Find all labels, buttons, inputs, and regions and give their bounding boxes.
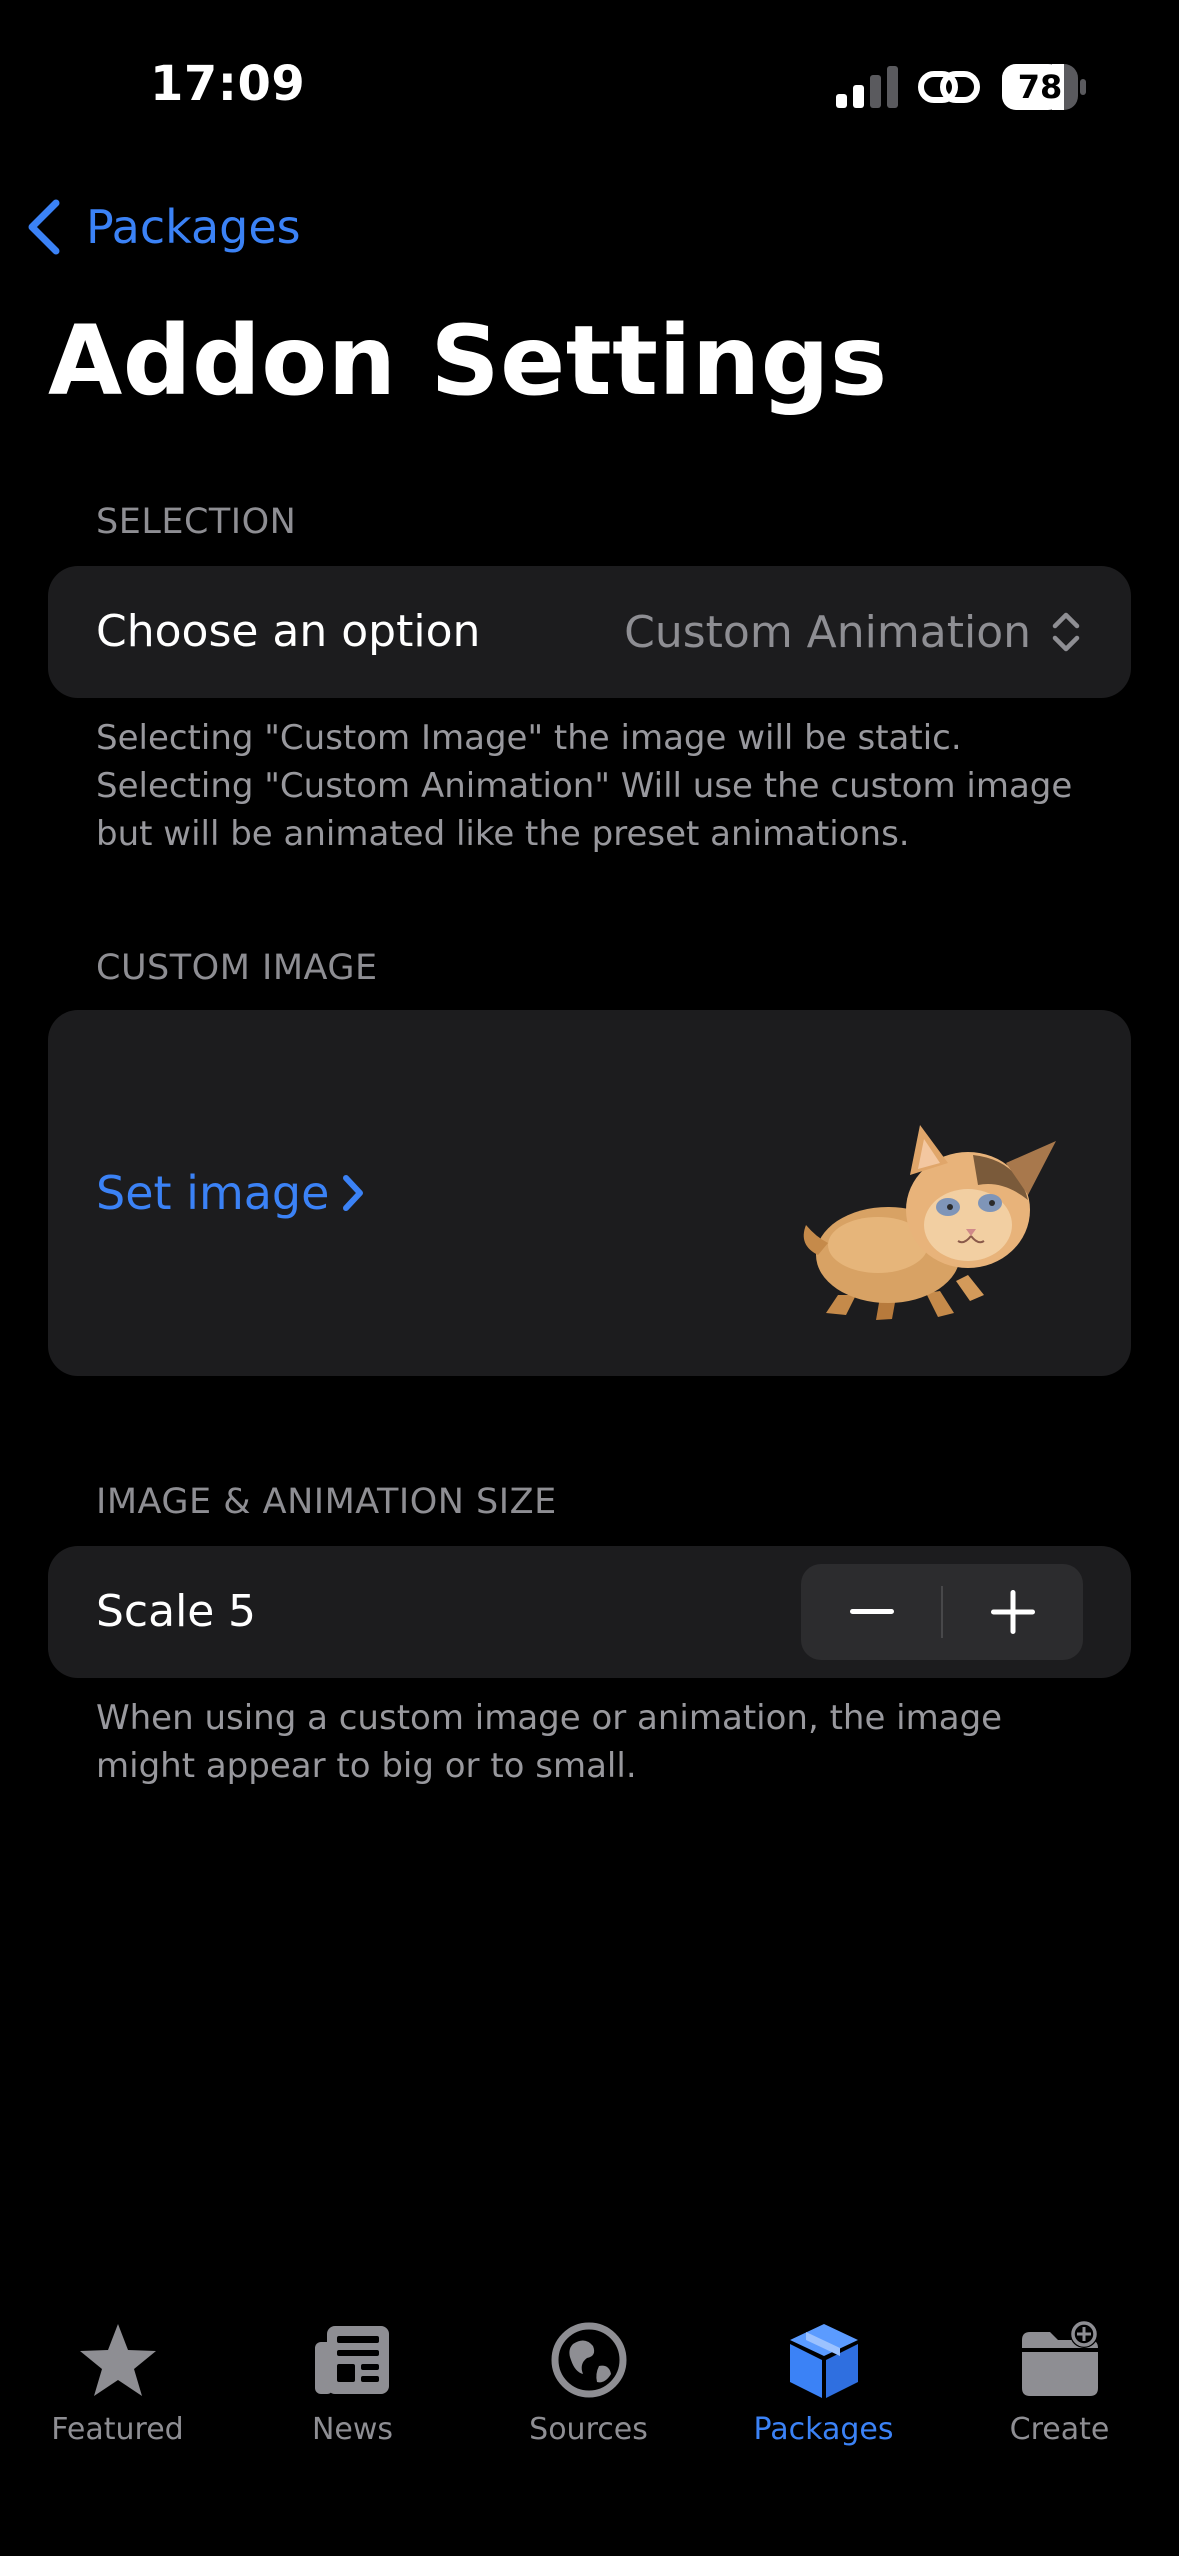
plus-icon: [990, 1590, 1035, 1634]
folder-plus-icon: [1021, 2320, 1098, 2396]
option-picker[interactable]: Custom Animation: [624, 566, 1083, 698]
back-button[interactable]: Packages: [24, 192, 301, 262]
star-icon: [79, 2324, 156, 2396]
size-card: Scale 5: [48, 1546, 1131, 1678]
globe-icon: [551, 2322, 626, 2398]
tab-label: News: [311, 2412, 394, 2447]
chevron-left-icon: [28, 199, 60, 255]
scale-stepper[interactable]: [801, 1564, 1083, 1660]
custom-image-preview: [803, 1125, 1056, 1320]
set-image-label: Set image: [96, 1166, 330, 1220]
section-header-size: IMAGE & ANIMATION SIZE: [96, 1482, 557, 1522]
section-header-custom-image: CUSTOM IMAGE: [96, 948, 378, 988]
set-image-button[interactable]: Set image: [96, 1160, 365, 1226]
increment-button[interactable]: [942, 1564, 1083, 1660]
decrement-button[interactable]: [801, 1564, 942, 1660]
page-title: Addon Settings: [48, 305, 888, 417]
picker-label: Choose an option: [96, 606, 481, 657]
custom-image-card: Set image: [48, 1010, 1131, 1376]
newspaper-icon: [314, 2326, 389, 2394]
scale-label: Scale: [96, 1586, 215, 1637]
status-time: 17:09: [150, 56, 306, 112]
tab-bar: Featured News Sources Packages Create: [0, 2300, 1179, 2556]
tab-label: Sources: [529, 2412, 648, 2447]
tab-create[interactable]: Create: [942, 2320, 1177, 2460]
size-footer: When using a custom image or animation, …: [96, 1698, 1003, 1786]
back-button-label: Packages: [86, 200, 301, 254]
chevron-right-icon: [343, 1175, 364, 1211]
box-icon: [789, 2324, 858, 2398]
chevron-up-down-icon: [1052, 612, 1080, 652]
battery-level: 78: [1017, 68, 1063, 106]
tab-featured[interactable]: Featured: [0, 2320, 235, 2460]
personal-hotspot-link-icon: [918, 71, 980, 103]
tab-packages[interactable]: Packages: [706, 2320, 941, 2460]
minus-icon: [849, 1609, 894, 1614]
cellular-signal-icon: [836, 66, 898, 108]
selection-card: Choose an option Custom Animation: [48, 566, 1131, 698]
tab-sources[interactable]: Sources: [471, 2320, 706, 2460]
tab-label: Create: [1009, 2412, 1110, 2447]
tab-label: Featured: [51, 2412, 184, 2447]
selection-footer: Selecting "Custom Image" the image will …: [96, 718, 1073, 854]
section-header-selection: SELECTION: [96, 502, 297, 542]
tab-news[interactable]: News: [235, 2320, 470, 2460]
tab-label: Packages: [753, 2412, 894, 2447]
scale-value: 5: [228, 1586, 256, 1637]
picker-selected-value: Custom Animation: [624, 606, 1031, 658]
status-bar: 17:09 78: [0, 0, 1179, 175]
